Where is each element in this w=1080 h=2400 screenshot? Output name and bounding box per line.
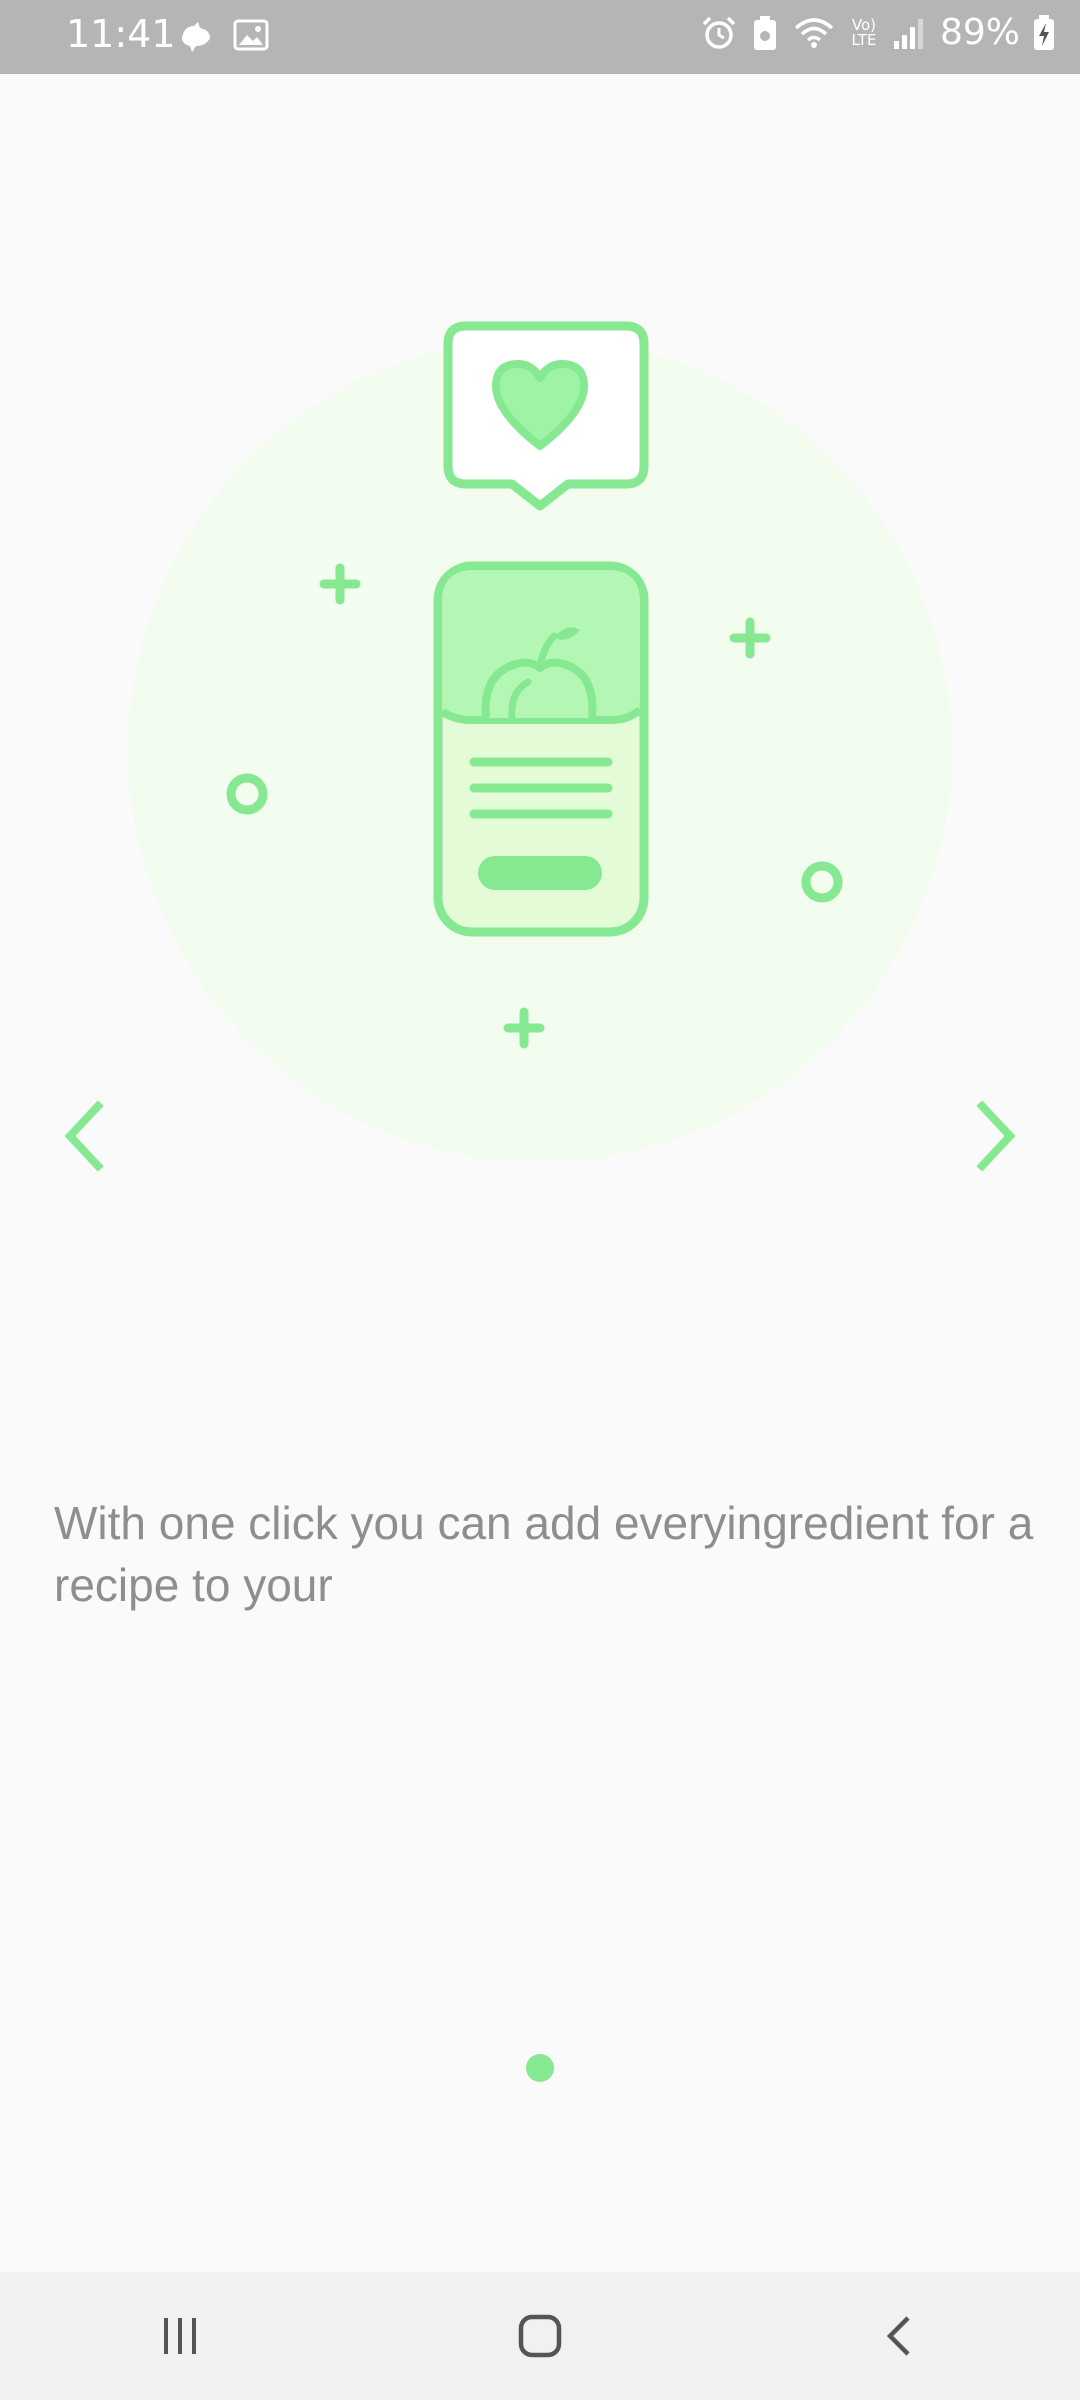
status-time: 11:41 — [66, 12, 176, 56]
alarm-icon — [702, 16, 736, 49]
signal-icon — [893, 18, 923, 49]
recents-button[interactable] — [100, 2286, 260, 2386]
page-indicator — [0, 2054, 1080, 2082]
volte-icon: Vo) LTE — [851, 15, 877, 49]
page-indicator-dot-active — [526, 2054, 554, 2082]
chevron-left-icon[interactable] — [56, 1096, 116, 1176]
system-navigation-bar — [0, 2272, 1080, 2400]
gallery-icon — [233, 19, 269, 51]
home-icon — [518, 2314, 562, 2358]
phone-icon — [433, 561, 649, 937]
onboarding-description: With one click you can add everyingredie… — [54, 1497, 1034, 1611]
status-notifications — [176, 16, 270, 56]
cat-notification-icon — [182, 22, 210, 52]
battery-charging-icon — [1034, 14, 1054, 50]
wifi-icon — [794, 17, 834, 48]
onboarding-illustration — [128, 321, 952, 1162]
home-button[interactable] — [460, 2286, 620, 2386]
battery-percent: 89% — [939, 12, 1020, 53]
battery-saver-icon — [753, 15, 776, 50]
status-bar: 11:41 Vo) LTE 89% — [0, 0, 1080, 74]
chevron-right-icon[interactable] — [964, 1096, 1024, 1176]
onboarding-screen: 11:41 Vo) LTE 89% With one click you can… — [0, 0, 1080, 2400]
recents-icon — [164, 2318, 196, 2354]
status-system-icons: Vo) LTE 89% — [700, 12, 1056, 53]
back-icon — [886, 2316, 910, 2356]
heart-bubble-icon — [443, 321, 649, 511]
back-button[interactable] — [820, 2286, 980, 2386]
